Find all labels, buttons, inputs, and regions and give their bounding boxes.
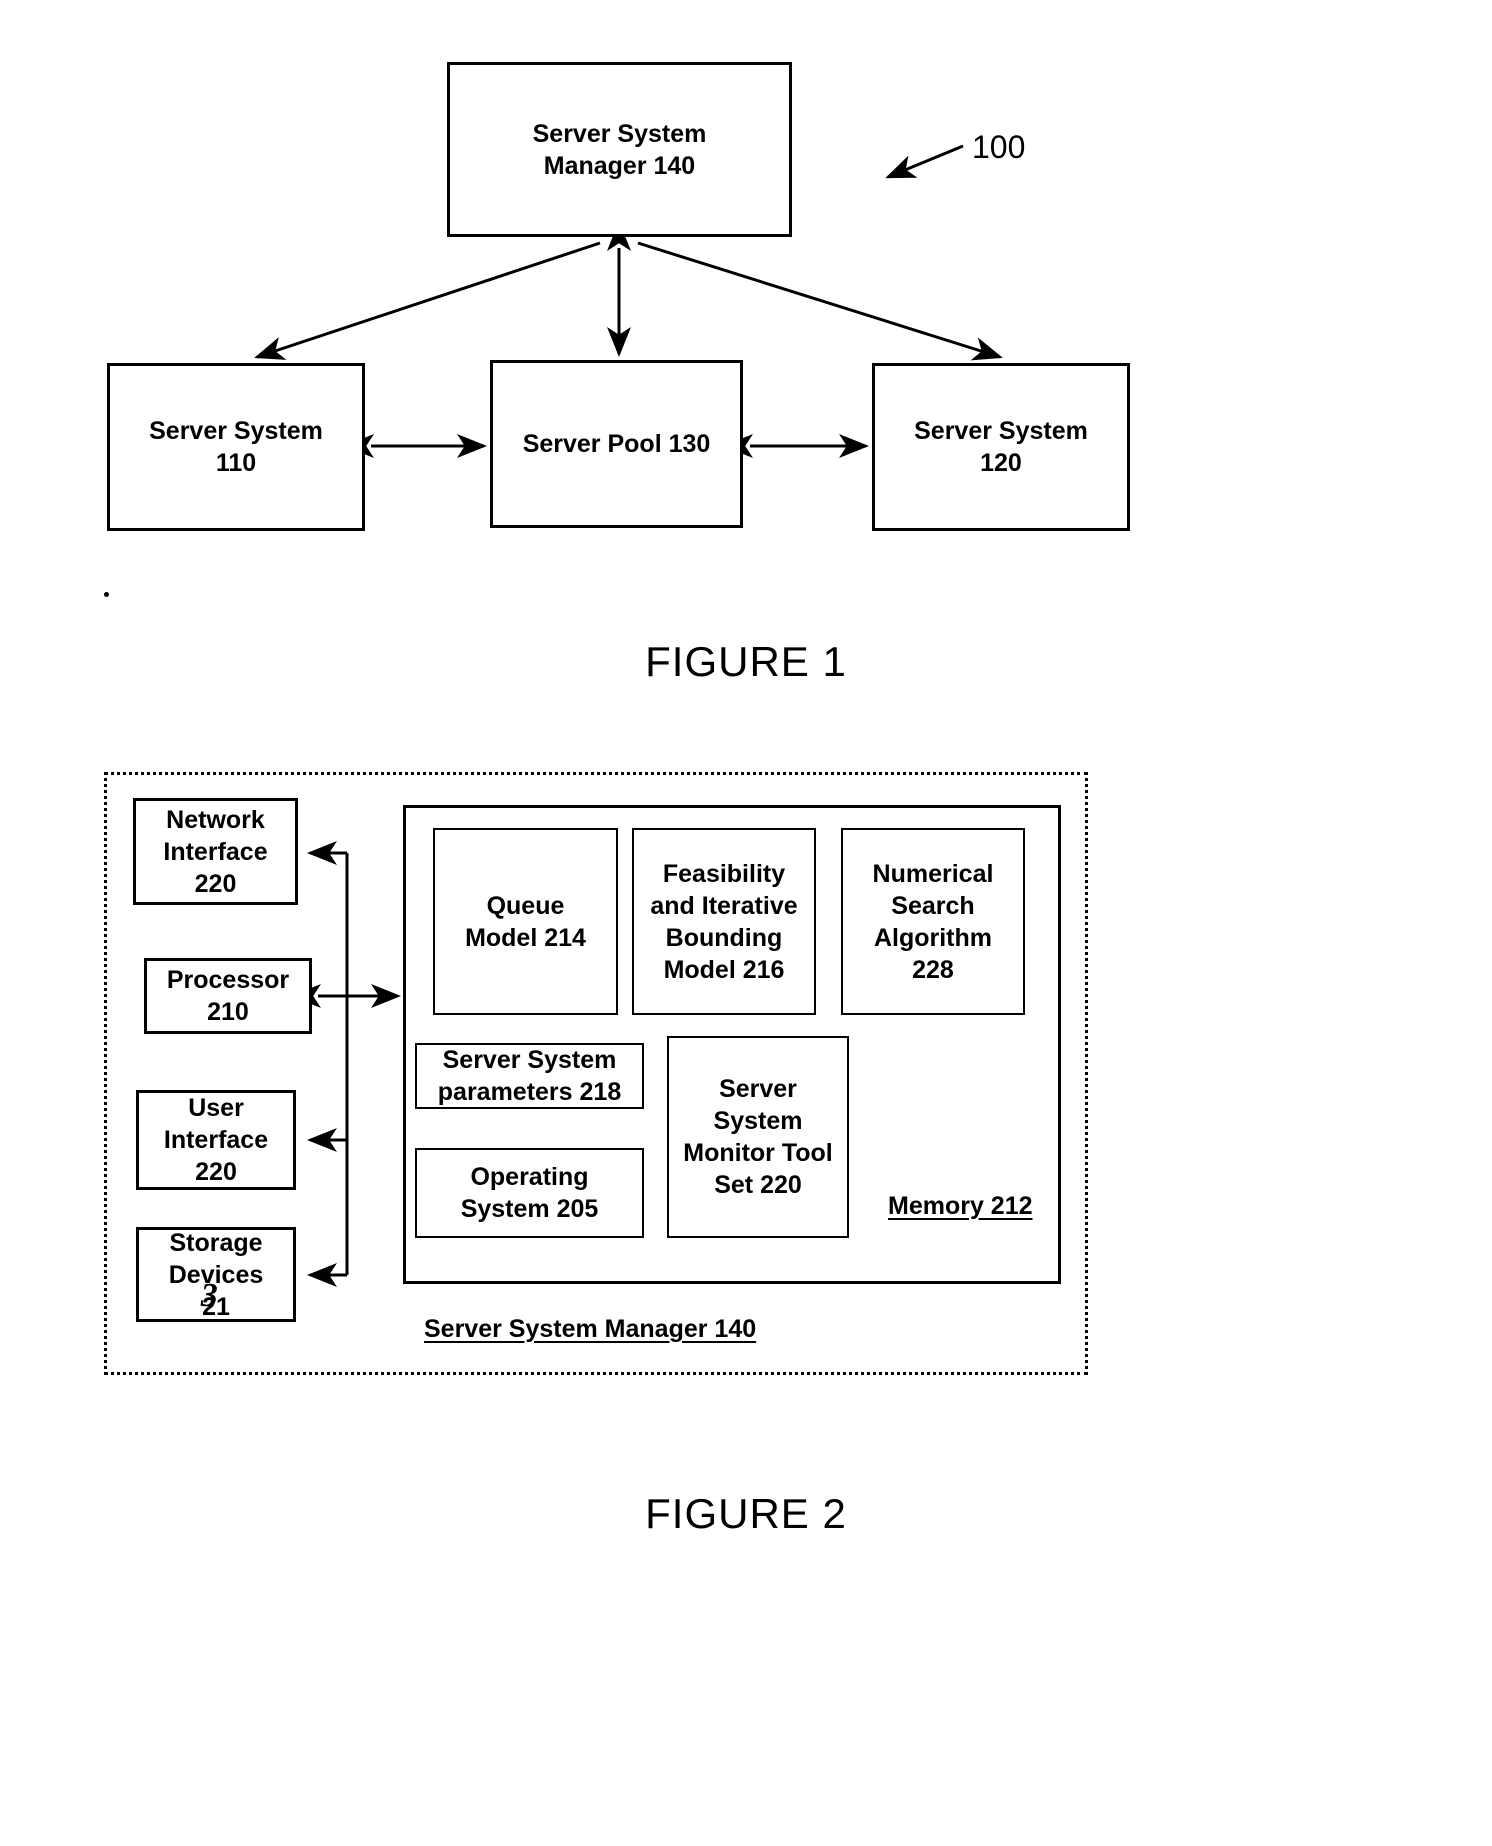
processor-box: Processor 210 [144, 958, 312, 1034]
server-system-monitor-tool-set-box: Server System Monitor Tool Set 220 [667, 1036, 849, 1238]
processor-label: Processor 210 [166, 966, 290, 1026]
server-system-manager-container-label: Server System Manager 140 [424, 1315, 757, 1343]
server-system-120-box: Server System 120 [872, 363, 1130, 531]
operating-system-box: Operating System 205 [415, 1148, 644, 1238]
numerical-search-algorithm-label: Numerical Search Algorithm 228 [872, 859, 994, 984]
operating-system-label: Operating System 205 [460, 1163, 599, 1223]
numerical-search-algorithm-box: Numerical Search Algorithm 228 [841, 828, 1025, 1015]
server-system-manager-box: Server System Manager 140 [447, 62, 792, 237]
feasibility-model-box: Feasibility and Iterative Bounding Model… [632, 828, 816, 1015]
storage-devices-text-group: Storage Devices 21 3 [163, 1227, 270, 1323]
patent-figure-page: Server System Manager 140 Server System … [0, 0, 1492, 1846]
server-pool-130-label: Server Pool 130 [522, 430, 711, 458]
server-system-120-label: Server System 120 [914, 417, 1088, 477]
network-interface-box: Network Interface 220 [133, 798, 298, 905]
server-pool-130-box: Server Pool 130 [490, 360, 743, 528]
server-system-monitor-tool-set-label: Server System Monitor Tool Set 220 [683, 1075, 833, 1199]
figure2-caption: FIGURE 2 [645, 1490, 847, 1537]
server-system-parameters-label: Server System parameters 218 [437, 1046, 622, 1106]
server-system-manager-label: Server System Manager 140 [532, 119, 707, 180]
queue-model-label: Queue Model 214 [465, 891, 586, 952]
stray-ink-dot [104, 592, 109, 597]
feasibility-model-label: Feasibility and Iterative Bounding Model… [650, 859, 798, 984]
memory-label: Memory 212 [888, 1192, 1033, 1220]
queue-model-box: Queue Model 214 [433, 828, 618, 1015]
handwritten-digit-annotation: 3 [200, 1276, 218, 1314]
network-interface-label: Network Interface 220 [163, 805, 268, 898]
server-system-110-box: Server System 110 [107, 363, 365, 531]
user-interface-box: User Interface 220 [136, 1090, 296, 1190]
user-interface-label: User Interface 220 [163, 1094, 269, 1186]
server-system-parameters-box: Server System parameters 218 [415, 1043, 644, 1109]
storage-devices-box: Storage Devices 21 3 [136, 1227, 296, 1322]
figure1-caption: FIGURE 1 [645, 638, 847, 685]
figure1-reference-number: 100 [972, 129, 1026, 165]
server-system-110-label: Server System 110 [149, 417, 323, 477]
